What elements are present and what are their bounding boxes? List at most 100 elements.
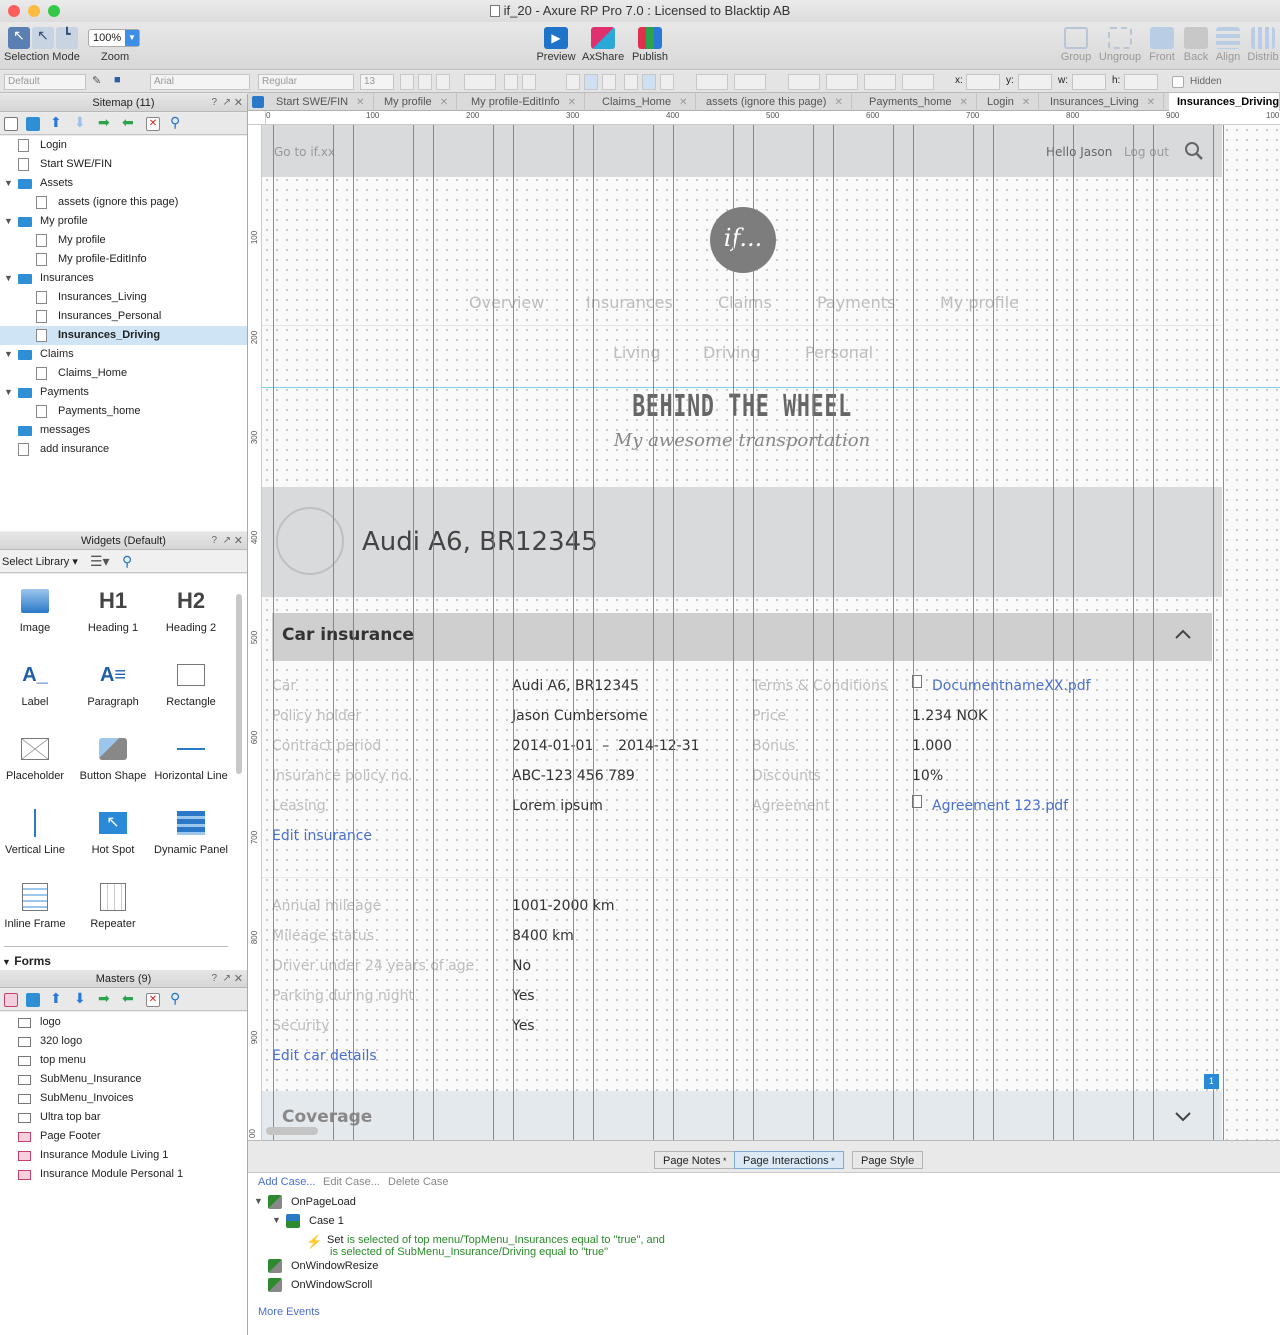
close-icon[interactable]: ✕ — [834, 97, 842, 108]
minimize-window-button[interactable] — [28, 5, 40, 17]
tab-assets[interactable]: assets (ignore this page) ✕ — [698, 93, 852, 111]
format-painter-icon[interactable]: ✎ — [92, 74, 106, 90]
h-input[interactable] — [1124, 74, 1158, 90]
widget-horizontal-line[interactable]: Horizontal Line — [152, 732, 230, 782]
close-icon[interactable]: ✕ — [1022, 97, 1030, 108]
tab-list-icon[interactable] — [252, 96, 264, 108]
add-master-icon[interactable] — [4, 993, 18, 1007]
popout-icon[interactable]: ↗ — [223, 532, 231, 550]
align-button[interactable]: Align — [1212, 27, 1244, 63]
move-down-icon[interactable]: ⬇ — [74, 114, 88, 130]
delete-case-link[interactable]: Delete Case — [388, 1176, 449, 1188]
hidden-checkbox[interactable] — [1172, 76, 1184, 88]
sitemap-item-assets-page[interactable]: assets (ignore this page) — [0, 193, 247, 212]
collapse-arrow-icon[interactable]: ▼ — [254, 1196, 263, 1206]
expand-arrow-icon[interactable]: ▼ — [4, 383, 13, 402]
delete-master-icon[interactable]: ✕ — [146, 993, 160, 1007]
select-library-dropdown[interactable]: Select Library ▾ — [2, 555, 78, 568]
italic-button[interactable] — [418, 74, 432, 90]
chevron-up-icon[interactable] — [1172, 623, 1194, 645]
tab-start-swe-fin[interactable]: Start SWE/FIN ✕ — [268, 93, 374, 111]
on-window-scroll-event[interactable]: OnWindowScroll — [291, 1279, 372, 1291]
help-icon[interactable]: ? — [211, 970, 217, 988]
master-item[interactable]: Insurance Module Living 1 — [0, 1146, 247, 1165]
set-action-line1[interactable]: is selected of top menu/TopMenu_Insuranc… — [347, 1234, 665, 1246]
submenu-personal[interactable]: Personal — [805, 343, 873, 362]
on-page-load-event[interactable]: OnPageLoad — [291, 1196, 356, 1208]
axshare-button[interactable]: AxShare — [582, 27, 624, 63]
style-edit-icon[interactable]: ■ — [114, 74, 128, 90]
select-intersected-icon[interactable]: ↖ — [8, 27, 30, 49]
widget-rectangle[interactable]: Rectangle — [152, 658, 230, 708]
ungroup-button[interactable]: Ungroup — [1098, 27, 1142, 63]
more-events-link[interactable]: More Events — [258, 1306, 320, 1318]
tab-page-style[interactable]: Page Style — [852, 1151, 924, 1169]
expand-arrow-icon[interactable]: ▼ — [4, 212, 13, 231]
font-size-select[interactable]: 13 — [360, 74, 394, 90]
sitemap-item-my-profile-editinfo[interactable]: My profile-EditInfo — [0, 250, 247, 269]
sitemap-item-insurances[interactable]: ▼ Insurances — [0, 269, 247, 288]
close-icon[interactable]: ✕ — [234, 970, 243, 988]
widget-heading1[interactable]: H1 Heading 1 — [74, 584, 152, 634]
case-1[interactable]: Case 1 — [309, 1215, 344, 1227]
sitemap-item-messages[interactable]: messages — [0, 421, 247, 440]
list-button[interactable] — [522, 74, 536, 90]
popout-icon[interactable]: ↗ — [223, 94, 231, 112]
close-icon[interactable]: ✕ — [679, 97, 687, 108]
x-input[interactable] — [966, 74, 1000, 90]
sitemap-item-insurances-driving[interactable]: Insurances_Driving — [0, 326, 247, 345]
tab-insurances-driving[interactable]: Insurances_Driving — [1169, 93, 1280, 111]
tab-my-profile-editinfo[interactable]: My profile-EditInfo ✕ — [463, 93, 586, 111]
y-input[interactable] — [1018, 74, 1052, 90]
sitemap-item-insurances-living[interactable]: Insurances_Living — [0, 288, 247, 307]
master-item[interactable]: Ultra top bar — [0, 1108, 247, 1127]
add-folder-icon[interactable] — [26, 993, 40, 1007]
search-icon[interactable]: ⚲ — [122, 553, 132, 570]
sitemap-item-payments-home[interactable]: Payments_home — [0, 402, 247, 421]
master-item[interactable]: SubMenu_Insurance — [0, 1070, 247, 1089]
w-input[interactable] — [1072, 74, 1106, 90]
horizontal-scrollbar[interactable] — [266, 1127, 318, 1135]
menu-claims[interactable]: Claims — [718, 293, 772, 312]
bring-front-button[interactable]: Front — [1146, 27, 1178, 63]
forms-section[interactable]: ▼ Forms — [2, 954, 51, 968]
menu-payments[interactable]: Payments — [817, 293, 895, 312]
line-width-button[interactable] — [826, 74, 858, 90]
move-up-icon[interactable]: ⬆ — [50, 990, 64, 1006]
outdent-icon[interactable]: ⬅ — [122, 990, 136, 1006]
bullet-button[interactable] — [504, 74, 518, 90]
close-icon[interactable]: ✕ — [1147, 97, 1155, 108]
distribute-button[interactable]: Distrib — [1246, 27, 1280, 63]
search-icon[interactable]: ⚲ — [170, 114, 184, 130]
widgets-scrollbar[interactable] — [236, 594, 242, 774]
close-icon[interactable]: ✕ — [960, 97, 968, 108]
line-style-button[interactable] — [864, 74, 896, 90]
delete-page-icon[interactable]: ✕ — [146, 117, 160, 131]
widget-paragraph[interactable]: A≡ Paragraph — [74, 658, 152, 709]
zoom-window-button[interactable] — [48, 5, 60, 17]
close-icon[interactable]: ✕ — [234, 532, 243, 550]
edit-case-link[interactable]: Edit Case... — [323, 1176, 380, 1188]
outdent-icon[interactable]: ⬅ — [122, 114, 136, 130]
connector-mode-icon[interactable]: ┗ — [56, 27, 78, 49]
widget-repeater[interactable]: Repeater — [74, 880, 152, 930]
goto-link[interactable]: Go to if.xx — [274, 145, 335, 159]
collapse-arrow-icon[interactable]: ▼ — [272, 1215, 281, 1225]
align-top-button[interactable] — [624, 74, 638, 90]
chevron-down-icon[interactable] — [1172, 1105, 1194, 1127]
menu-insurances[interactable]: Insurances — [586, 293, 673, 312]
menu-my-profile[interactable]: My profile — [940, 293, 1019, 312]
group-button[interactable]: Group — [1058, 27, 1094, 63]
line-color-button[interactable] — [788, 74, 820, 90]
widget-vertical-line[interactable]: Vertical Line — [0, 806, 74, 856]
search-icon[interactable] — [1184, 141, 1204, 161]
sitemap-item-start-swe-fin[interactable]: Start SWE/FIN — [0, 155, 247, 174]
indent-icon[interactable]: ➡ — [98, 114, 112, 130]
font-weight-select[interactable]: Regular — [258, 74, 354, 90]
add-folder-icon[interactable] — [26, 117, 40, 131]
align-bottom-button[interactable] — [660, 74, 674, 90]
on-window-resize-event[interactable]: OnWindowResize — [291, 1260, 378, 1272]
send-back-button[interactable]: Back — [1180, 27, 1212, 63]
interaction-badge[interactable]: 1 — [1204, 1074, 1219, 1089]
sitemap-item-add-insurance[interactable]: add insurance — [0, 440, 247, 459]
